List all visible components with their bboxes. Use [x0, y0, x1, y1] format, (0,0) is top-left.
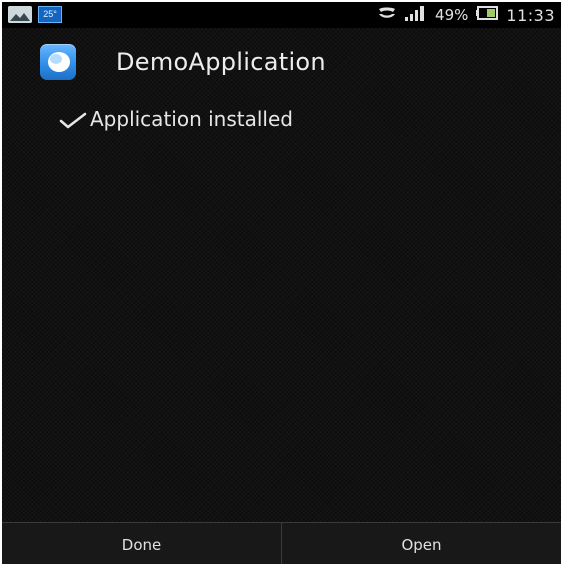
weather-icon: 25° — [38, 6, 62, 23]
clock: 11:33 — [506, 5, 555, 25]
open-button[interactable]: Open — [281, 523, 561, 564]
app-header: DemoApplication — [40, 44, 326, 80]
gallery-icon — [8, 6, 32, 23]
button-bar: Done Open — [2, 522, 561, 564]
install-screen: 25° 49% 11:33 DemoApplication Applicatio… — [2, 2, 561, 564]
sync-icon — [377, 6, 397, 25]
app-title: DemoApplication — [116, 48, 326, 76]
check-icon — [59, 112, 87, 129]
battery-icon — [476, 5, 499, 25]
install-status: Application installed — [58, 107, 293, 131]
status-bar: 25° 49% 11:33 — [2, 2, 561, 28]
signal-icon — [405, 5, 427, 26]
install-status-text: Application installed — [90, 107, 293, 131]
done-button[interactable]: Done — [2, 523, 281, 564]
battery-percent: 49% — [435, 6, 469, 24]
app-icon — [40, 44, 76, 80]
